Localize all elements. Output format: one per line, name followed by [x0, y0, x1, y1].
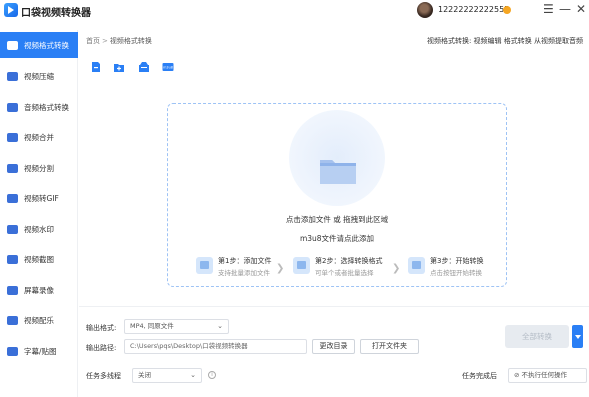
open-folder-button[interactable]: 打开文件夹 [360, 339, 419, 354]
convert-options-dropdown[interactable] [572, 325, 583, 348]
video-convert-icon [7, 40, 18, 50]
subtitle-icon [7, 346, 18, 356]
app-title: 口袋视频转换器 [21, 8, 91, 19]
sidebar-item-label: 音频格式转换 [24, 102, 69, 112]
close-icon[interactable]: ✕ [576, 2, 586, 16]
ban-icon: ⊘ [514, 371, 520, 379]
divider [79, 306, 589, 307]
screen-record-icon [7, 285, 18, 295]
sidebar-item-audio-convert[interactable]: 音频格式转换 [0, 94, 78, 120]
output-format-value: MP4, 同原文件 [130, 322, 174, 330]
sidebar-item-label: 屏幕录像 [24, 285, 54, 295]
sidebar-item-label: 视频压缩 [24, 71, 54, 81]
sidebar-item-subtitle[interactable]: 字幕/贴图 [0, 338, 78, 364]
add-file-step-icon [196, 257, 213, 274]
chevron-down-icon: ⌄ [190, 371, 196, 379]
m3u8-label: m3u8 [163, 65, 173, 69]
sidebar-item-screen-record[interactable]: 屏幕录像 [0, 277, 78, 303]
breadcrumb: 首页 > 视频格式转换 [86, 36, 152, 46]
multithread-label: 任务多线程 [86, 372, 121, 380]
sidebar-item-label: 字幕/贴图 [24, 346, 57, 356]
convert-step-icon [408, 257, 425, 274]
multithread-select[interactable]: 关闭 ⌄ [132, 368, 202, 383]
multithread-value: 关闭 [138, 371, 151, 379]
sidebar-item-watermark[interactable]: 视频水印 [0, 216, 78, 242]
sidebar-item-music[interactable]: 视频配乐 [0, 307, 78, 333]
m3u8-add-link[interactable]: m3u8文件请点此添加 [168, 233, 506, 244]
feature-links[interactable]: 视频格式转换: 视频编辑 格式转换 从视频提取音频 [427, 36, 583, 46]
sidebar-item-video-convert[interactable]: 视频格式转换 [0, 32, 78, 58]
sidebar-item-label: 视频水印 [24, 224, 54, 234]
step-desc: 点击按钮开始转换 [430, 269, 482, 277]
step-desc: 可单个或者批量选择 [315, 269, 374, 277]
after-task-label: 任务完成后 [462, 372, 497, 380]
step-arrow-icon: ❯ [392, 263, 401, 274]
convert-all-button[interactable]: 全部转换 [505, 325, 569, 348]
app-window: 口袋视频转换器 12222222222555 ☰ — ✕ 视频格式转换 视频压缩… [0, 0, 589, 397]
music-icon [7, 315, 18, 325]
step-desc: 支持批量添加文件 [218, 269, 270, 277]
info-icon[interactable]: i [208, 371, 216, 379]
user-phone[interactable]: 12222222222555 [438, 5, 509, 14]
sidebar-item-merge[interactable]: 视频合并 [0, 124, 78, 150]
batch-import-icon[interactable] [138, 61, 150, 73]
output-format-label: 输出格式: [86, 324, 117, 332]
after-task-value: 不执行任何操作 [521, 371, 568, 379]
watermark-icon [7, 224, 18, 234]
step-title: 第1步：添加文件 [218, 257, 272, 265]
sidebar-item-label: 视频合并 [24, 132, 54, 142]
sidebar-item-label: 视频分割 [24, 163, 54, 173]
drop-zone-main-text: 点击添加文件 或 拖拽到此区域 [285, 215, 389, 224]
step-arrow-icon: ❯ [276, 263, 285, 274]
sidebar-item-label: 视频截图 [24, 254, 54, 264]
title-bar: 口袋视频转换器 12222222222555 ☰ — ✕ [0, 0, 589, 22]
add-folder-icon[interactable] [113, 61, 125, 73]
step-title: 第3步：开始转换 [430, 257, 484, 265]
step-title: 第2步：选择转换格式 [315, 257, 383, 265]
gif-icon [7, 193, 18, 203]
screenshot-icon [7, 254, 18, 264]
sidebar-item-label: 视频格式转换 [24, 40, 69, 50]
minimize-icon[interactable]: — [559, 2, 571, 16]
change-dir-button[interactable]: 更改目录 [312, 339, 355, 354]
m3u8-icon[interactable]: m3u8 [162, 61, 174, 73]
sidebar: 视频格式转换 视频压缩 音频格式转换 视频合并 视频分割 视频转GIF 视频水印 [0, 30, 78, 397]
drop-zone[interactable]: 点击添加文件 或 拖拽到此区域 m3u8文件请点此添加 第1步：添加文件 支持批… [167, 103, 507, 287]
sidebar-item-gif[interactable]: 视频转GIF [0, 185, 78, 211]
sidebar-item-screenshot[interactable]: 视频截图 [0, 246, 78, 272]
sidebar-item-label: 视频配乐 [24, 315, 54, 325]
add-file-icon[interactable] [90, 61, 102, 73]
sidebar-item-split[interactable]: 视频分割 [0, 155, 78, 181]
avatar[interactable] [417, 2, 433, 18]
folder-icon [320, 160, 356, 184]
chevron-down-icon: ⌄ [217, 322, 223, 330]
output-path-label: 输出路径: [86, 344, 117, 352]
breadcrumb-home[interactable]: 首页 [86, 37, 100, 45]
compress-icon [7, 71, 18, 81]
sidebar-item-label: 视频转GIF [24, 193, 59, 203]
audio-icon [7, 102, 18, 112]
after-task-select[interactable]: ⊘ 不执行任何操作 [508, 368, 587, 383]
breadcrumb-separator: > [102, 37, 108, 45]
sidebar-item-compress[interactable]: 视频压缩 [0, 63, 78, 89]
breadcrumb-current: 视频格式转换 [109, 37, 152, 45]
output-format-select[interactable]: MP4, 同原文件 ⌄ [124, 319, 229, 334]
merge-icon [7, 132, 18, 142]
output-path-field[interactable]: C:\Users\pqs\Desktop\口袋视频转换器 [124, 339, 307, 354]
format-step-icon [293, 257, 310, 274]
menu-icon[interactable]: ☰ [543, 2, 554, 16]
vip-badge-icon [503, 6, 511, 14]
app-logo-icon [4, 3, 18, 17]
split-icon [7, 163, 18, 173]
